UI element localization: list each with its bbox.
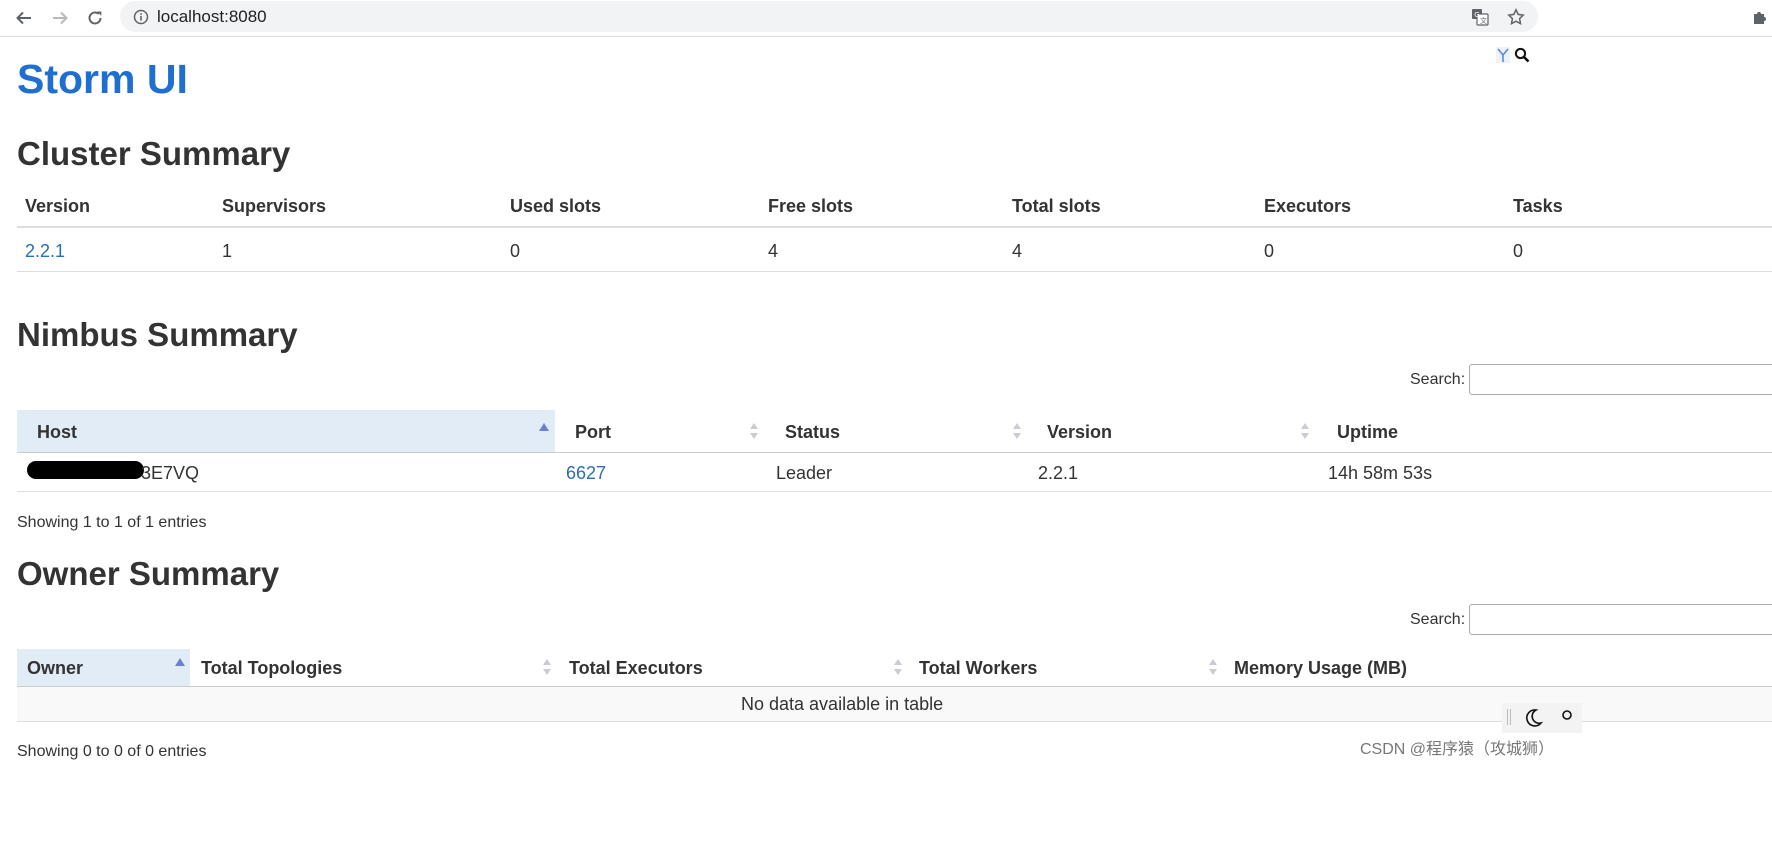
sort-both-icon[interactable] (1208, 659, 1218, 675)
magnifier-icon[interactable] (1514, 47, 1530, 63)
cluster-cell-total-slots: 4 (1012, 241, 1023, 261)
nimbus-header-uptime[interactable]: Uptime (1337, 422, 1398, 443)
sort-ascending-icon[interactable] (539, 423, 549, 431)
translate-button[interactable]: G 文 (1470, 7, 1490, 27)
translate-icon: G 文 (1472, 9, 1489, 26)
cluster-header-version: Version (25, 196, 91, 216)
sort-both-icon[interactable] (542, 659, 552, 675)
top-right-tools (1496, 47, 1530, 63)
nimbus-header-divider (17, 452, 1772, 453)
cluster-header-total-slots: Total slots (1012, 196, 1101, 216)
sort-both-icon[interactable] (1012, 423, 1022, 439)
nimbus-host-header-bg (17, 410, 555, 452)
page-title: Storm UI (17, 56, 188, 102)
owner-table-info: Showing 0 to 0 of 0 entries (17, 743, 207, 760)
forward-button[interactable] (45, 3, 75, 33)
svg-text:G: G (1474, 11, 1479, 19)
drag-handle[interactable] (1507, 709, 1508, 725)
watermark: CSDN @程序猿（攻城狮） (1360, 741, 1555, 758)
sort-ascending-icon[interactable] (175, 658, 185, 666)
cluster-cell-version-link[interactable]: 2.2.1 (25, 241, 65, 262)
nimbus-header-version[interactable]: Version (1047, 422, 1112, 443)
storm-ui-page: Storm UI Cluster Summary Version Supervi… (0, 37, 1772, 861)
reload-button[interactable] (80, 3, 110, 33)
floating-tools (1502, 703, 1582, 733)
owner-summary-heading: Owner Summary (17, 555, 280, 592)
forward-arrow-icon (53, 11, 68, 25)
sort-both-icon[interactable] (893, 659, 903, 675)
y-logo-icon[interactable] (1496, 47, 1510, 63)
owner-header-memory-usage[interactable]: Memory Usage (MB) (1234, 658, 1407, 679)
cluster-cell-executors: 0 (1264, 241, 1275, 261)
nimbus-header-host[interactable]: Host (37, 422, 77, 443)
extensions-button[interactable] (1750, 6, 1772, 28)
nimbus-summary-heading: Nimbus Summary (17, 316, 298, 353)
star-icon (1507, 8, 1525, 25)
nimbus-cell-host: 3E7VQ (141, 463, 200, 483)
nimbus-cell-status: Leader (776, 463, 833, 483)
cluster-header-free-slots: Free slots (768, 196, 854, 216)
cluster-header-tasks: Tasks (1513, 196, 1563, 216)
drag-handle[interactable] (1510, 709, 1511, 725)
puzzle-icon (1754, 12, 1766, 24)
cluster-header-divider (17, 226, 1772, 228)
back-button[interactable] (9, 3, 39, 33)
redacted-host-prefix (27, 461, 144, 479)
reload-icon (88, 11, 102, 25)
nimbus-header-status[interactable]: Status (785, 422, 840, 443)
nimbus-cell-uptime: 14h 58m 53s (1328, 463, 1433, 483)
moon-icon[interactable] (1522, 707, 1544, 729)
svg-text:文: 文 (1480, 16, 1487, 25)
nimbus-table-info: Showing 1 to 1 of 1 entries (17, 514, 207, 531)
browser-toolbar: localhost:8080 G 文 (0, 0, 1772, 37)
cluster-cell-supervisors: 1 (222, 241, 233, 261)
info-icon[interactable] (133, 9, 149, 25)
cluster-cell-tasks: 0 (1513, 241, 1524, 261)
settings-icon[interactable] (1560, 708, 1574, 722)
nimbus-search-label: Search: (1410, 371, 1466, 388)
nimbus-bottom-divider (17, 491, 1772, 492)
owner-header-owner[interactable]: Owner (27, 658, 83, 679)
nimbus-header-port[interactable]: Port (575, 422, 611, 443)
owner-header-total-workers[interactable]: Total Workers (919, 658, 1037, 679)
cluster-header-used-slots: Used slots (510, 196, 602, 216)
url-text[interactable]: localhost:8080 (157, 7, 267, 27)
bookmark-button[interactable] (1506, 7, 1526, 27)
owner-header-total-executors[interactable]: Total Executors (569, 658, 703, 679)
owner-search-label: Search: (1410, 611, 1466, 628)
owner-header-total-topologies[interactable]: Total Topologies (201, 658, 342, 679)
sort-both-icon[interactable] (1300, 423, 1310, 439)
cluster-cell-used-slots: 0 (510, 241, 521, 261)
cluster-cell-free-slots: 4 (768, 241, 779, 261)
cluster-header-supervisors: Supervisors (222, 196, 327, 216)
nimbus-cell-version: 2.2.1 (1038, 463, 1079, 483)
cluster-header-executors: Executors (1264, 196, 1352, 216)
address-bar[interactable]: localhost:8080 G 文 (120, 1, 1538, 32)
owner-empty-message: No data available in table (741, 694, 944, 714)
nimbus-search-input[interactable] (1469, 364, 1772, 395)
sort-both-icon[interactable] (749, 423, 759, 439)
owner-search-input[interactable] (1469, 604, 1772, 635)
cluster-summary-heading: Cluster Summary (17, 135, 291, 172)
back-arrow-icon (16, 11, 31, 25)
nimbus-cell-port-link[interactable]: 6627 (566, 463, 606, 484)
cluster-bottom-divider (17, 271, 1772, 272)
